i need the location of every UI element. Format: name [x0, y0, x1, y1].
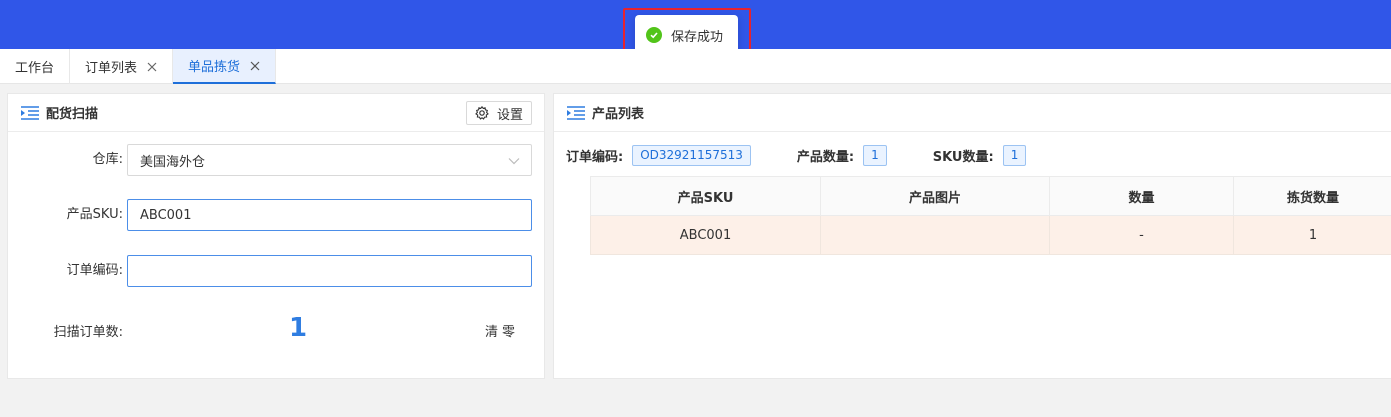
sku-row: 产品SKU: — [8, 199, 546, 231]
product-qty-tag: 1 — [863, 144, 887, 166]
clear-button[interactable]: 清零 — [485, 321, 519, 340]
order-code-info: 订单编码: OD32921157513 — [566, 144, 751, 166]
scan-count-value: 1 — [289, 313, 308, 343]
toast-message: 保存成功 — [671, 29, 724, 45]
order-code-tag: OD32921157513 — [632, 144, 751, 166]
tab-label: 工作台 — [15, 61, 55, 76]
panel-title: 配货扫描 — [46, 107, 99, 122]
order-code-info-label: 订单编码: — [566, 149, 624, 165]
order-code-row: 订单编码: — [8, 255, 546, 287]
warehouse-value: 美国海外仓 — [140, 154, 206, 170]
tab-workbench[interactable]: 工作台 — [0, 49, 71, 84]
order-code-label: 订单编码: — [66, 263, 123, 278]
distribution-scan-panel: 配货扫描 设置 仓库: 美国海外仓 产品SKU: 订单编码: 扫描订单数: 1 — [7, 93, 545, 379]
check-circle-icon — [646, 27, 662, 43]
column-header-sku: 产品SKU — [590, 176, 821, 216]
settings-button[interactable]: 设置 — [465, 101, 532, 125]
product-qty-label: 产品数量: — [796, 149, 855, 165]
sku-qty-tag: 1 — [1002, 144, 1027, 166]
column-header-image: 产品图片 — [820, 176, 1050, 216]
warehouse-row: 仓库: 美国海外仓 — [8, 144, 546, 176]
scan-count-row: 扫描订单数: 1 清零 — [8, 313, 546, 344]
tab-single-item-picking[interactable]: 单品拣货 — [173, 49, 277, 84]
product-qty-info: 产品数量: 1 — [796, 144, 887, 166]
sku-input-wrap — [127, 199, 532, 231]
sku-input[interactable] — [140, 207, 519, 223]
close-icon[interactable] — [250, 61, 260, 71]
column-header-picked-quantity: 拣货数量 — [1233, 176, 1391, 216]
chevron-down-icon — [508, 156, 520, 166]
sku-label: 产品SKU: — [66, 207, 123, 222]
tab-order-list[interactable]: 订单列表 — [70, 49, 174, 84]
warehouse-select[interactable]: 美国海外仓 — [127, 144, 532, 176]
tab-label: 单品拣货 — [188, 60, 241, 75]
column-header-quantity: 数量 — [1049, 176, 1234, 216]
cell-sku: ABC001 — [590, 215, 821, 255]
product-table: 产品SKU 产品图片 数量 拣货数量 ABC001 - 1 — [590, 176, 1391, 255]
panel-header: 配货扫描 设置 — [8, 94, 544, 132]
order-code-input[interactable] — [140, 263, 519, 279]
panel-header: 产品列表 — [554, 94, 1391, 132]
gear-icon — [475, 106, 489, 120]
indent-list-icon — [567, 105, 585, 120]
cell-quantity: - — [1049, 215, 1234, 255]
order-summary: 订单编码: OD32921157513 产品数量: 1 SKU数量: 1 — [566, 144, 1072, 166]
tab-label: 订单列表 — [85, 61, 138, 76]
indent-list-icon — [21, 105, 39, 120]
close-icon[interactable] — [147, 62, 157, 72]
panel-title: 产品列表 — [592, 107, 645, 122]
warehouse-label: 仓库: — [92, 152, 123, 167]
table-header-row: 产品SKU 产品图片 数量 拣货数量 — [590, 176, 1391, 216]
tab-bar: 工作台 订单列表 单品拣货 — [0, 49, 1391, 84]
sku-qty-info: SKU数量: 1 — [932, 144, 1027, 166]
product-list-panel: 产品列表 订单编码: OD32921157513 产品数量: 1 SKU数量: … — [553, 93, 1391, 379]
cell-image — [820, 215, 1050, 255]
table-row[interactable]: ABC001 - 1 — [590, 215, 1391, 255]
order-code-input-wrap — [127, 255, 532, 287]
settings-label: 设置 — [496, 107, 523, 123]
scan-count-label: 扫描订单数: — [53, 325, 123, 340]
cell-picked-quantity: 1 — [1233, 215, 1391, 255]
sku-qty-label: SKU数量: — [932, 149, 994, 165]
